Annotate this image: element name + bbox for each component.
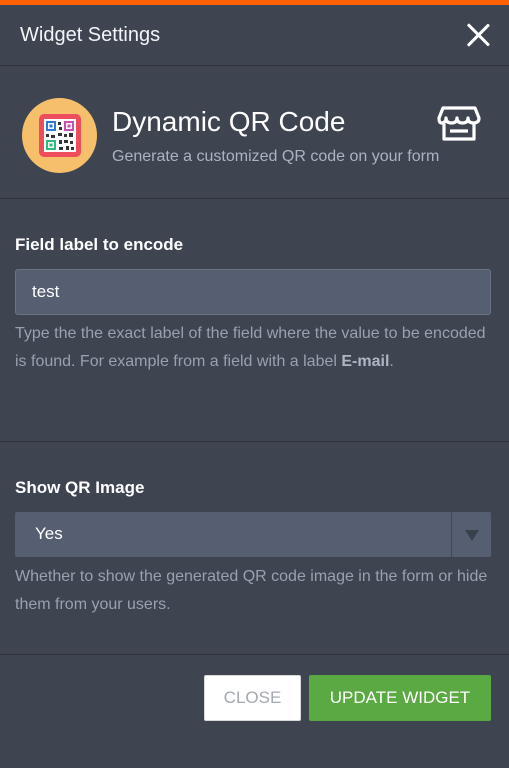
chevron-down-icon — [465, 530, 479, 541]
update-widget-button[interactable]: UPDATE WIDGET — [309, 675, 491, 721]
show-qr-title: Show QR Image — [15, 478, 145, 497]
show-qr-help: Whether to show the generated QR code im… — [15, 568, 488, 613]
show-qr-select[interactable]: Yes — [15, 512, 491, 557]
selected-value: Yes — [35, 524, 63, 543]
field-label-input[interactable] — [15, 269, 491, 315]
show-qr-section: Show QR Image Yes Whether to show the ge… — [0, 443, 509, 655]
qr-code-icon — [22, 98, 97, 173]
field-label-help: Type the the exact label of the field wh… — [15, 320, 491, 376]
help-text-end: . — [389, 353, 394, 370]
close-icon[interactable] — [465, 22, 491, 48]
field-label-section: Field label to encode Type the the exact… — [0, 200, 509, 442]
widget-name: Dynamic QR Code — [112, 106, 346, 137]
header: Widget Settings — [0, 5, 509, 66]
widget-description: Generate a customized QR code on your fo… — [112, 148, 440, 165]
close-button[interactable]: CLOSE — [204, 675, 301, 721]
field-label-title: Field label to encode — [15, 235, 184, 254]
store-icon[interactable] — [437, 104, 481, 142]
dialog-title: Widget Settings — [20, 23, 161, 46]
help-text: Type the the exact label of the field wh… — [15, 325, 486, 370]
widget-info: Dynamic QR Code Generate a customized QR… — [0, 67, 509, 199]
select-arrow-button[interactable] — [451, 512, 491, 557]
help-example-label: E-mail — [341, 353, 390, 370]
